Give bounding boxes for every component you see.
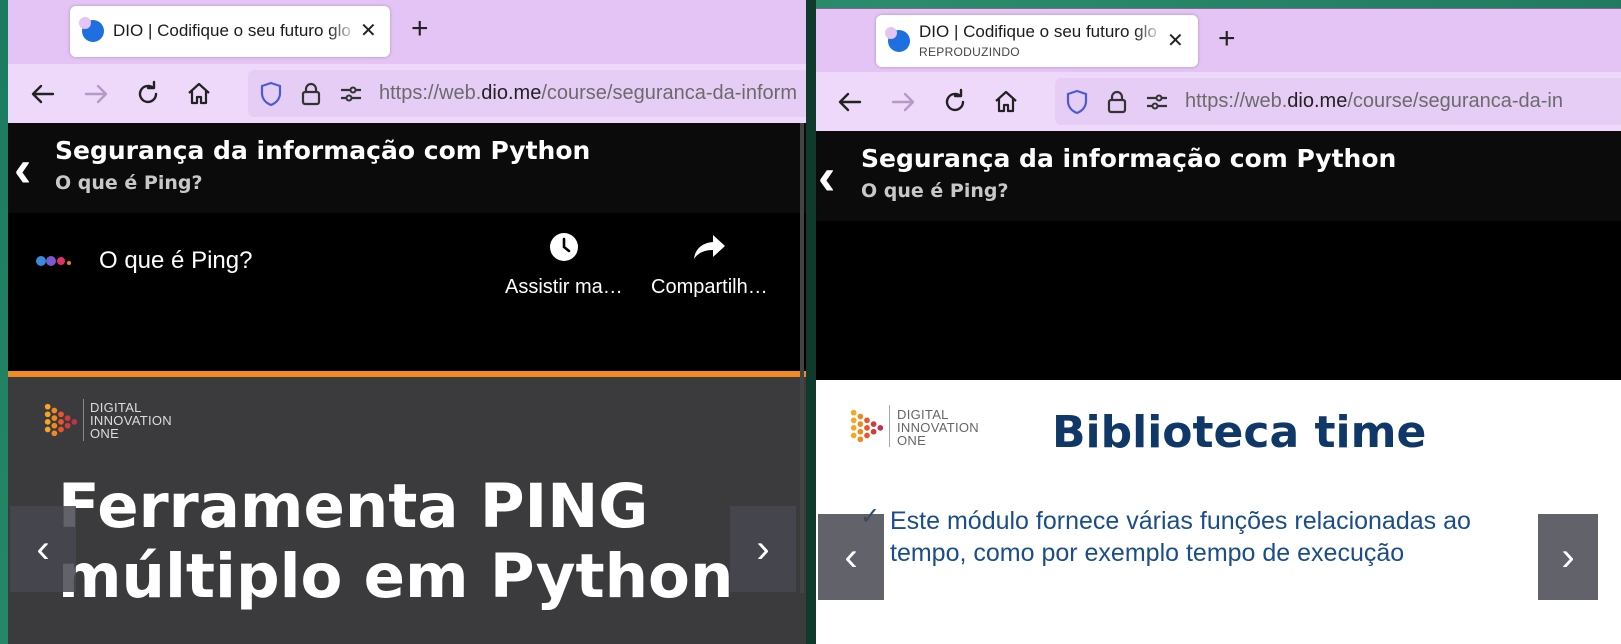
url-text[interactable]: https://web.dio.me/course/seguranca-da-i…	[1185, 90, 1563, 113]
tab-title: DIO | Codifique o seu futuro glo	[113, 21, 351, 40]
shield-icon[interactable]	[257, 80, 285, 108]
course-title: Segurança da informação com Python	[55, 136, 591, 165]
new-tab-button[interactable]: +	[1218, 24, 1236, 54]
dio-logo-icon	[850, 409, 884, 443]
dio-logo-icon	[44, 403, 78, 437]
dio-favicon-icon	[885, 27, 910, 52]
previous-slide-button[interactable]: ‹	[818, 514, 884, 600]
dio-favicon-icon	[79, 17, 104, 42]
lesson-subtitle: O que é Ping?	[55, 172, 203, 194]
reload-button[interactable]	[131, 77, 165, 111]
nav-bar: https://web.dio.me/course/seguranca-da-i…	[816, 72, 1621, 131]
left-browser-window: DIO | Codifique o seu futuro glo ✕ + htt…	[8, 0, 806, 644]
home-button[interactable]	[182, 77, 216, 111]
new-tab-button[interactable]: +	[411, 14, 429, 44]
right-browser-window: DIO | Codifique o seu futuro glo REPRODU…	[816, 8, 1621, 644]
next-slide-button[interactable]: ›	[1538, 514, 1598, 600]
url-prefix: https://web.	[379, 82, 482, 104]
slide-heading: Biblioteca time	[1052, 407, 1427, 458]
share-label[interactable]: Compartilh…	[651, 276, 768, 299]
url-domain: dio.me	[481, 82, 542, 104]
close-tab-icon[interactable]: ✕	[360, 21, 377, 41]
video-title[interactable]: O que é Ping?	[99, 247, 252, 275]
window-gap	[806, 0, 816, 644]
close-tab-icon[interactable]: ✕	[1167, 31, 1184, 51]
lock-icon[interactable]	[297, 80, 325, 108]
forward-button[interactable]	[886, 85, 920, 119]
tab-title: DIO | Codifique o seu futuro glo	[919, 22, 1157, 41]
address-bar[interactable]: https://web.dio.me/course/seguranca-da-i…	[248, 70, 806, 117]
clock-icon[interactable]	[549, 232, 579, 262]
video-slide[interactable]: DIGITAL INNOVATION ONE Ferramenta PING m…	[8, 377, 806, 644]
dio-logo-text: DIGITAL INNOVATION ONE	[897, 407, 979, 448]
nav-bar: https://web.dio.me/course/seguranca-da-i…	[8, 64, 806, 123]
lock-icon[interactable]	[1103, 88, 1131, 116]
video-info-bar: O que é Ping? Assistir ma… Compartilh…	[8, 213, 806, 371]
logo-divider	[83, 399, 84, 441]
lesson-subtitle: O que é Ping?	[861, 180, 1009, 202]
back-button[interactable]	[833, 85, 867, 119]
share-icon[interactable]	[693, 233, 727, 261]
url-path: /course/seguranca-da-in	[1347, 90, 1563, 112]
address-bar[interactable]: https://web.dio.me/course/seguranca-da-i…	[1055, 78, 1621, 125]
url-text[interactable]: https://web.dio.me/course/seguranca-da-i…	[379, 82, 797, 105]
browser-tab[interactable]: DIO | Codifique o seu futuro glo ✕	[70, 6, 390, 57]
url-path: /course/seguranca-da-inform	[541, 82, 797, 104]
course-back-button[interactable]: ‹	[14, 143, 31, 195]
shield-icon[interactable]	[1063, 88, 1091, 116]
reload-button[interactable]	[938, 85, 972, 119]
video-slide[interactable]: DIGITAL INNOVATION ONE Biblioteca time ✓…	[816, 380, 1621, 644]
course-header: ‹ Segurança da informação com Python O q…	[8, 123, 806, 213]
site-settings-icon[interactable]	[337, 80, 365, 108]
site-settings-icon[interactable]	[1143, 88, 1171, 116]
url-prefix: https://web.	[1185, 90, 1288, 112]
back-button[interactable]	[26, 77, 60, 111]
logo-divider	[889, 405, 890, 447]
next-slide-button[interactable]: ›	[730, 506, 796, 592]
channel-logo[interactable]	[35, 251, 75, 271]
dio-logo-text: DIGITAL INNOVATION ONE	[90, 400, 172, 441]
home-button[interactable]	[989, 85, 1023, 119]
slide-body-text: Este módulo fornece várias funções relac…	[890, 507, 1471, 567]
tab-bar: DIO | Codifique o seu futuro glo REPRODU…	[816, 9, 1621, 72]
course-back-button[interactable]: ‹	[818, 151, 835, 203]
previous-slide-button[interactable]: ‹	[10, 506, 76, 592]
scrollbar[interactable]	[800, 123, 804, 593]
tab-playing-label: REPRODUZINDO	[919, 45, 1020, 59]
url-domain: dio.me	[1287, 90, 1348, 112]
browser-tab[interactable]: DIO | Codifique o seu futuro glo REPRODU…	[876, 15, 1198, 67]
slide-heading: Ferramenta PING múltiplo em Python	[58, 471, 734, 612]
watch-later-label[interactable]: Assistir ma…	[505, 276, 623, 299]
tab-bar: DIO | Codifique o seu futuro glo ✕ +	[8, 0, 806, 64]
video-black-area[interactable]	[816, 221, 1621, 380]
course-header: ‹ Segurança da informação com Python O q…	[816, 131, 1621, 221]
course-title: Segurança da informação com Python	[861, 144, 1397, 173]
forward-button[interactable]	[79, 77, 113, 111]
